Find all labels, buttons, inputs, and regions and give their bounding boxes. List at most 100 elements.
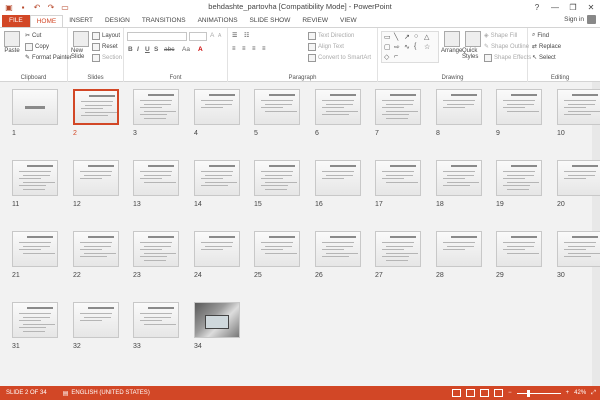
zoom-slider[interactable] [516,389,561,397]
paste-button[interactable]: Paste [4,31,20,54]
slide-thumbnail[interactable] [496,89,542,125]
zoom-level[interactable]: 42% [574,390,586,396]
slide-thumbnail[interactable] [254,89,300,125]
slide-thumbnail[interactable] [12,231,58,267]
new-slide-button[interactable]: New Slide [71,31,91,60]
slide-thumbnail[interactable] [315,160,361,196]
bold-button[interactable]: B [128,46,133,53]
shrink-font-button[interactable]: A [218,33,221,39]
slide-thumbnail[interactable] [133,302,179,338]
slide-thumbnail[interactable] [557,231,600,267]
tab-home[interactable]: HOME [29,15,64,27]
align-center-button[interactable]: ≡ [242,46,246,52]
cut-button[interactable]: ✂ Cut [25,32,41,40]
slide-thumbnail[interactable] [496,160,542,196]
reading-view-button[interactable] [480,389,490,397]
slide-thumbnail[interactable] [73,160,119,196]
slide-thumbnail[interactable] [194,302,240,338]
present-icon[interactable]: ▭ [60,2,70,12]
zoom-in-button[interactable]: + [566,390,570,396]
grow-font-button[interactable]: A [210,32,214,39]
tab-review[interactable]: REVIEW [296,15,334,27]
slide-thumbnail[interactable] [557,89,600,125]
change-case-button[interactable]: Aa [182,46,190,53]
slide-thumbnail[interactable] [133,160,179,196]
quick-styles-button[interactable]: Quick Styles [462,31,484,60]
tab-file[interactable]: FILE [2,15,30,27]
slide-thumbnail[interactable] [133,89,179,125]
arrange-button[interactable]: Arrange [441,31,462,54]
shape-outline-button[interactable]: ✎ Shape Outline [484,43,529,51]
slide-thumbnail[interactable] [315,231,361,267]
slide-thumbnail[interactable] [375,231,421,267]
tab-slide-show[interactable]: SLIDE SHOW [244,15,297,27]
font-color-icon[interactable]: A [198,46,203,53]
slide-show-view-button[interactable] [494,389,504,397]
maximize-button[interactable]: ❐ [564,0,582,14]
slide-sorter-view-button[interactable] [466,389,476,397]
slide-thumbnail[interactable] [194,89,240,125]
justify-button[interactable]: ≡ [262,46,266,52]
slide-thumbnail[interactable] [557,160,600,196]
normal-view-button[interactable] [452,389,462,397]
align-text-button[interactable]: Align Text [308,43,344,51]
numbering-button[interactable]: ☷ [244,32,249,39]
slide-thumbnail[interactable] [73,89,119,125]
slide-thumbnail[interactable] [375,160,421,196]
slide-thumbnail[interactable] [12,302,58,338]
slide-thumbnail[interactable] [496,231,542,267]
zoom-out-button[interactable]: − [508,390,512,396]
undo-icon[interactable]: ↶ [32,2,42,12]
tab-insert[interactable]: INSERT [63,15,99,27]
slide-thumbnail[interactable] [133,231,179,267]
shape-fill-button[interactable]: ◈ Shape Fill [484,32,517,40]
tab-transitions[interactable]: TRANSITIONS [136,15,192,27]
slide-thumbnail[interactable] [436,231,482,267]
slide-thumbnail[interactable] [375,89,421,125]
slide-thumbnail[interactable] [436,160,482,196]
slide-thumbnail[interactable] [436,89,482,125]
replace-button[interactable]: ⇄ Replace [532,43,561,51]
select-button[interactable]: ↖ Select [532,54,556,62]
text-direction-button[interactable]: Text Direction [308,32,354,40]
align-right-button[interactable]: ≡ [252,46,256,52]
fit-slide-icon[interactable]: ⤢ [591,390,596,397]
shadow-button[interactable]: S [154,46,158,53]
slide-thumbnail[interactable] [73,302,119,338]
align-left-button[interactable]: ≡ [232,46,236,52]
slide-thumbnail[interactable] [315,89,361,125]
slide-thumbnail[interactable] [73,231,119,267]
font-name-box[interactable] [127,32,187,41]
font-size-box[interactable] [189,32,207,41]
slide-thumbnail[interactable] [254,160,300,196]
slide-thumbnail[interactable] [12,89,58,125]
shapes-gallery[interactable]: ▭ ╲ ↗ ○ △ ▢ ⇨ ∿ { ☆ ◇ ⌐ [381,31,439,63]
save-icon[interactable]: ▪ [18,2,28,12]
layout-button[interactable]: Layout [92,32,120,40]
convert-smartart-button[interactable]: Convert to SmartArt [308,54,371,62]
reset-button[interactable]: Reset [92,43,118,51]
slide-thumbnail[interactable] [194,160,240,196]
slide-thumbnail[interactable] [254,231,300,267]
help-button[interactable]: ? [528,0,546,14]
redo-icon[interactable]: ↷ [46,2,56,12]
slide-thumbnail[interactable] [12,160,58,196]
copy-button[interactable]: Copy [25,43,49,51]
bullets-button[interactable]: ☰ [232,32,237,39]
find-button[interactable]: ⌕ Find [532,32,549,39]
section-button[interactable]: Section [92,54,122,62]
slide-thumbnail[interactable] [194,231,240,267]
tab-animations[interactable]: ANIMATIONS [192,15,244,27]
italic-button[interactable]: I [137,46,139,53]
zoom-slider-knob[interactable] [526,389,530,397]
language-indicator[interactable]: ▤ ENGLISH (UNITED STATES) [63,390,150,397]
close-button[interactable]: ✕ [582,0,600,14]
shape-effects-button[interactable]: Shape Effects [484,54,531,62]
minimize-button[interactable]: — [546,0,564,14]
sign-in-link[interactable]: Sign in [564,15,596,24]
strikethrough-button[interactable]: abc [164,46,174,53]
underline-button[interactable]: U [145,46,150,53]
tab-view[interactable]: VIEW [334,15,363,27]
format-painter-button[interactable]: ✎ Format Painter [25,54,72,62]
tab-design[interactable]: DESIGN [99,15,136,27]
